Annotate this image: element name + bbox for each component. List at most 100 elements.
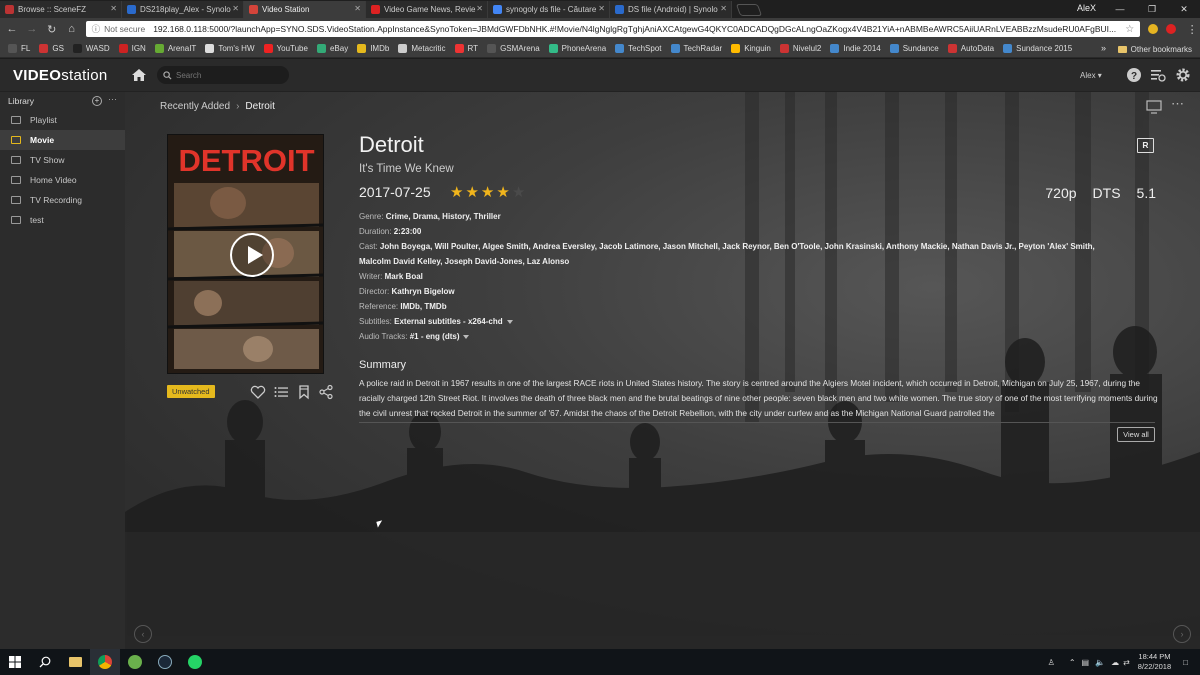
back-arrow-icon[interactable]: ← [4,23,20,35]
star-icon[interactable]: ★ [465,184,480,201]
reference-value[interactable]: IMDb, TMDb [400,302,446,311]
steam-icon[interactable] [150,649,180,675]
new-tab-button[interactable] [735,4,763,16]
close-window-button[interactable]: ✕ [1168,0,1200,18]
tray-expand-icon[interactable]: ⌃ [1069,658,1076,667]
bookmark-item[interactable]: Sundance [889,44,939,53]
tab-close-icon[interactable]: ✕ [110,4,117,13]
bookmarks-overflow-button[interactable]: » [1101,43,1106,53]
favorite-heart-icon[interactable] [250,384,266,400]
director-value[interactable]: Kathryn Bigelow [391,287,454,296]
chrome-icon[interactable] [90,649,120,675]
bookmark-item[interactable]: ArenaIT [154,44,196,53]
library-more-button[interactable]: ··· [108,94,117,104]
chevron-down-icon[interactable] [506,319,513,324]
bookmark-item[interactable]: Indie 2014 [830,44,881,53]
view-all-button[interactable]: View all [1117,427,1155,442]
other-bookmarks-button[interactable]: Other bookmarks [1117,40,1192,58]
bookmark-item[interactable]: Metacritic [398,44,446,53]
next-arrow-icon[interactable]: › [1173,625,1191,643]
sidebar-item-home-video[interactable]: Home Video [0,170,125,190]
info-icon[interactable]: ⓘ [92,23,101,35]
search-box[interactable] [157,66,289,84]
omnibox[interactable]: ⓘ Not secure 192.168.0.118:5000/?launchA… [85,21,1141,37]
breadcrumb-parent[interactable]: Recently Added [160,101,230,112]
windows-start-icon[interactable] [0,649,30,675]
sidebar-item-movie[interactable]: Movie [0,130,125,150]
browser-tab[interactable]: DS218play_Alex - Synolo ✕ [122,1,244,18]
genre-value[interactable]: Crime, Drama, History, Thriller [386,212,501,221]
movie-poster[interactable]: DETROIT [167,134,324,374]
cast-value[interactable]: John Boyega, Will Poulter, Algee Smith, … [380,242,1095,251]
search-input[interactable] [176,70,276,80]
sidebar-item-test[interactable]: test [0,210,125,230]
bookmark-item[interactable]: IMDb [357,44,389,53]
bookmark-item[interactable]: YouTube [263,44,308,53]
bookmark-star-icon[interactable]: ☆ [1125,24,1134,35]
star-icon[interactable]: ★ [481,184,496,201]
extension-icon[interactable] [1148,24,1159,34]
browser-tab[interactable]: Video Station ✕ [244,1,366,18]
settings-gear-icon[interactable] [1175,67,1191,83]
bookmark-item[interactable]: IGN [118,44,146,53]
task-list-icon[interactable] [1150,67,1166,83]
sidebar-item-tv-recording[interactable]: TV Recording [0,190,125,210]
user-menu[interactable]: Alex ▾ [1080,71,1102,80]
utorrent-icon[interactable] [120,649,150,675]
minimize-button[interactable]: — [1104,0,1136,18]
cast-value-2[interactable]: Malcolm David Kelley, Joseph David-Jones… [359,257,569,266]
chevron-down-icon[interactable] [463,334,470,339]
notifications-icon[interactable]: □ [1183,658,1188,667]
previous-arrow-icon[interactable]: ‹ [134,625,152,643]
browser-tab[interactable]: DS file (Android) | Synolo ✕ [610,1,732,18]
more-options-icon[interactable]: ⋯ [1171,96,1184,112]
url-text[interactable]: 192.168.0.118:5000/?launchApp=SYNO.SDS.V… [153,24,1116,34]
file-explorer-icon[interactable] [60,649,90,675]
browser-tab[interactable]: synogoly ds file - Căutare ✕ [488,1,610,18]
share-icon[interactable] [318,384,334,400]
search-icon[interactable] [30,649,60,675]
home-icon[interactable]: ⌂ [64,23,80,35]
bookmark-item[interactable]: eBay [316,44,348,53]
bookmark-item[interactable]: GS [39,44,64,53]
subtitles-select[interactable]: External subtitles - x264-chd [394,317,502,326]
tab-close-icon[interactable]: ✕ [232,4,239,13]
bookmark-item[interactable]: AutoData [947,44,994,53]
bookmark-item[interactable]: Kinguin [731,44,771,53]
language-icon[interactable]: ⇄ [1123,658,1130,667]
tab-close-icon[interactable]: ✕ [720,4,727,13]
home-icon[interactable] [131,67,147,83]
bookmark-item[interactable]: WASD [72,44,110,53]
bookmark-item[interactable]: TechSpot [615,44,662,53]
network-icon[interactable]: ▤ [1082,658,1090,667]
bookmark-item[interactable]: Tom's HW [205,44,255,53]
cast-to-device-icon[interactable] [1146,100,1162,114]
bookmark-item[interactable]: FL [8,44,30,53]
volume-icon[interactable]: 🔈 [1095,658,1105,667]
tab-close-icon[interactable]: ✕ [476,4,483,13]
forward-arrow-icon[interactable]: → [24,23,40,35]
star-icon[interactable]: ★ [496,184,511,201]
adblock-extension-icon[interactable] [1166,24,1177,34]
whatsapp-icon[interactable] [180,649,210,675]
add-library-button[interactable]: + [92,96,102,106]
help-icon[interactable]: ? [1126,67,1142,83]
maximize-button[interactable]: ❐ [1136,0,1168,18]
bookmark-item[interactable]: TechRadar [670,44,722,53]
sidebar-item-playlist[interactable]: Playlist [0,110,125,130]
bookmark-item[interactable]: Sundance 2015 [1003,44,1072,53]
browser-tab[interactable]: Browse :: SceneFZ ✕ [0,1,122,18]
audio-tracks-select[interactable]: #1 - eng (dts) [410,332,460,341]
bookmark-item[interactable]: GSMArena [487,44,540,53]
bookmark-item[interactable]: RT [454,44,478,53]
browser-menu-icon[interactable]: ⋮ [1184,23,1200,36]
star-icon[interactable]: ★ [512,184,527,201]
writer-value[interactable]: Mark Boal [385,272,423,281]
play-button[interactable] [230,233,274,277]
bookmark-item[interactable]: Nivelul2 [779,44,821,53]
browser-tab[interactable]: Video Game News, Revie ✕ [366,1,488,18]
onedrive-icon[interactable]: ☁ [1111,658,1119,667]
taskbar-clock[interactable]: 18:44 PM 8/22/2018 [1138,652,1171,672]
tab-close-icon[interactable]: ✕ [354,4,361,13]
bookmark-item[interactable]: PhoneArena [548,44,606,53]
